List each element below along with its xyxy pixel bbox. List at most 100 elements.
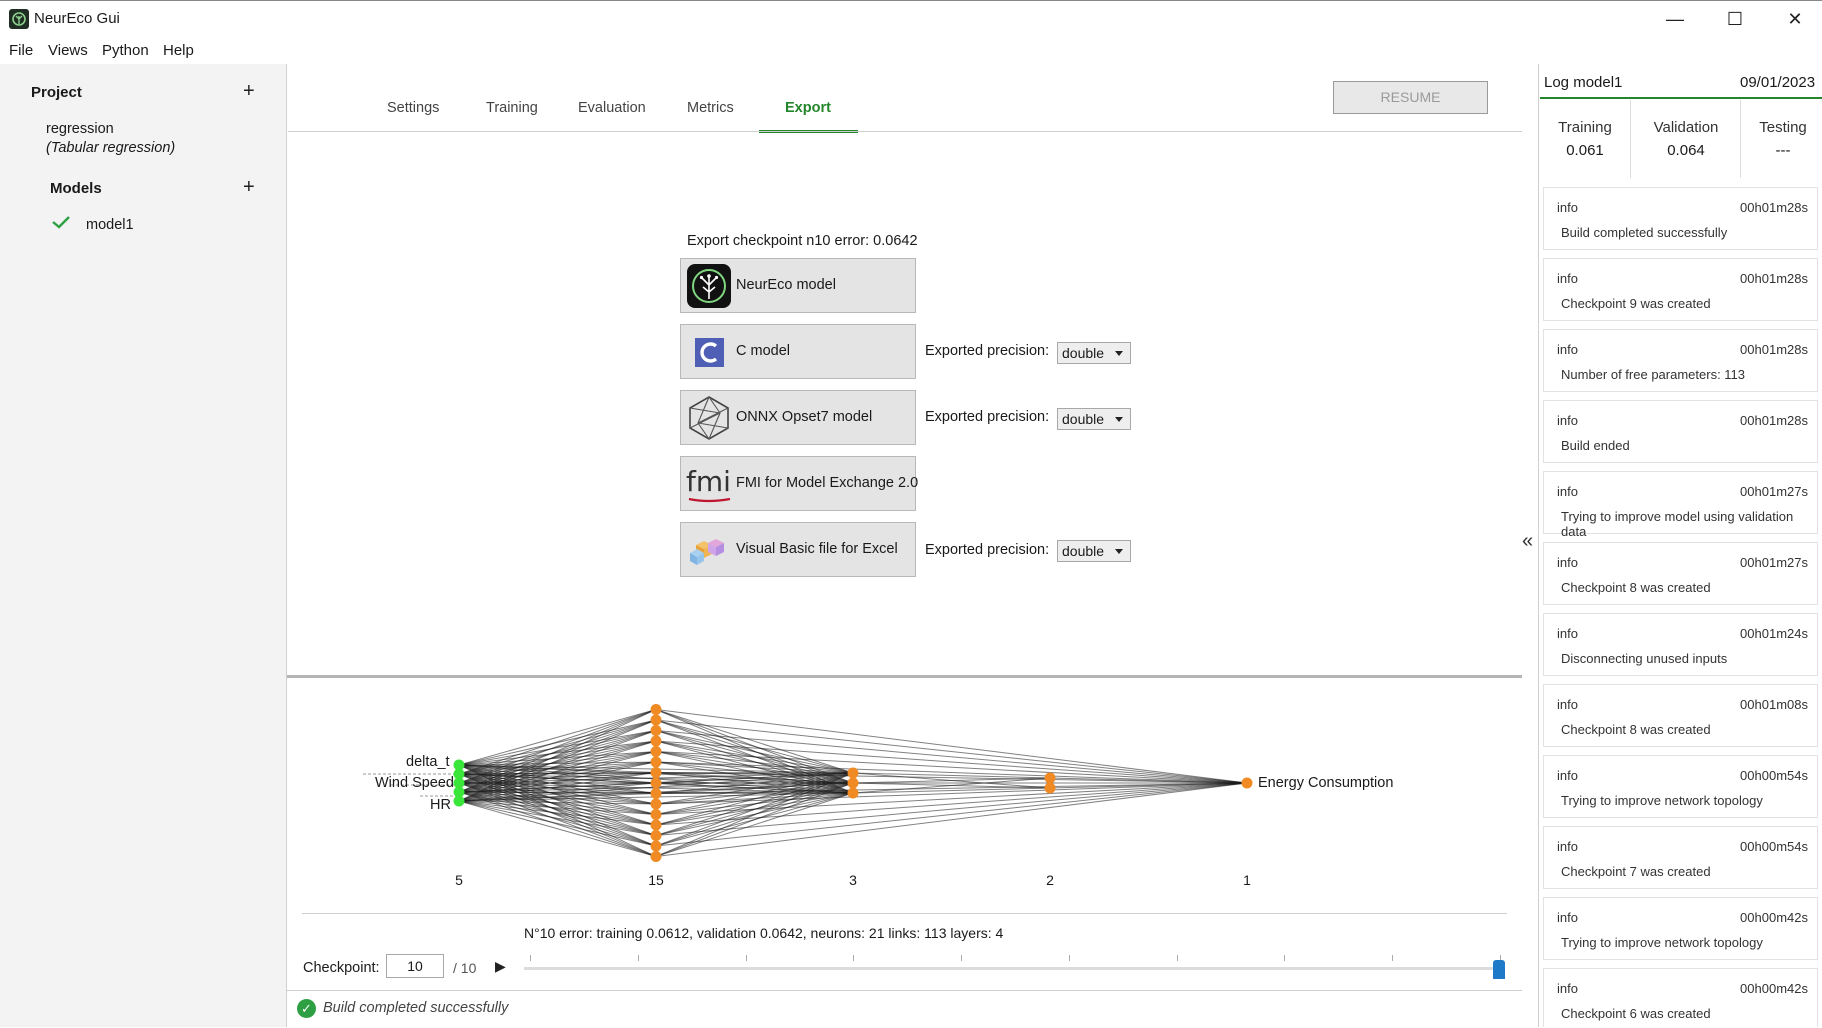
model-item-model1[interactable]: model1 [86, 217, 134, 233]
neuron [650, 809, 662, 820]
onnx-precision-select[interactable]: double [1057, 408, 1131, 430]
neuron [847, 787, 859, 799]
log-entry: info 00h01m08s Checkpoint 8 was created [1543, 684, 1818, 747]
c-language-icon [686, 329, 732, 375]
project-sidebar [0, 64, 287, 1027]
slider-tick [637, 955, 639, 961]
slider-tick [530, 955, 531, 961]
log-date: 09/01/2023 [1740, 74, 1816, 91]
slider-tick [1392, 955, 1394, 961]
slider-tick [745, 955, 747, 961]
vba-precision-value: double [1062, 543, 1105, 559]
checkmark-icon [52, 215, 70, 234]
log-entry: info 00h01m28s Checkpoint 9 was created [1543, 258, 1818, 321]
checkpoint-input[interactable]: 10 [386, 954, 444, 978]
export-fmi-label: FMI for Model Exchange 2.0 [736, 475, 919, 491]
checkpoint-label: Checkpoint: [303, 960, 380, 976]
neuron [650, 735, 662, 747]
menu-views[interactable]: Views [48, 42, 88, 59]
neuron [1241, 777, 1253, 789]
title-bar [0, 0, 1822, 38]
log-time: 00h01m24s [1740, 626, 1808, 641]
network-link [458, 709, 657, 775]
vba-precision-select[interactable]: double [1057, 540, 1131, 562]
chevron-down-icon [1115, 351, 1123, 356]
collapse-panel-icon[interactable]: « [1522, 530, 1533, 553]
menu-help[interactable]: Help [163, 42, 194, 59]
svg-text:fmi: fmi [686, 465, 731, 498]
export-neureco-button[interactable]: NeurEco model [680, 258, 916, 313]
checkpoint-total: / 10 [453, 960, 477, 976]
checkpoint-summary: N°10 error: training 0.0612, validation … [524, 925, 1004, 941]
tab-evaluation[interactable]: Evaluation [578, 100, 646, 116]
close-button[interactable]: ✕ [1765, 0, 1822, 38]
neuron [847, 767, 859, 779]
play-icon[interactable]: ▶ [495, 958, 506, 975]
export-onnx-button[interactable]: ONNX Opset7 model [680, 390, 916, 445]
log-message: Trying to improve network topology [1561, 935, 1763, 950]
neuron [650, 704, 662, 715]
neuron [650, 777, 662, 789]
c-precision-select[interactable]: double [1057, 342, 1131, 364]
log-level: info [1557, 200, 1578, 215]
add-project-icon[interactable]: + [243, 80, 255, 103]
panel-splitter[interactable] [287, 675, 1522, 678]
log-level: info [1557, 342, 1578, 357]
checkpoint-slider[interactable] [524, 967, 1500, 970]
log-level: info [1557, 910, 1578, 925]
network-link [655, 709, 1248, 784]
tab-settings[interactable]: Settings [387, 100, 439, 116]
neuron [650, 746, 662, 757]
metric-validation-label: Validation [1653, 119, 1719, 136]
log-time: 00h00m54s [1740, 839, 1808, 854]
layer-size-label: 2 [1046, 872, 1054, 888]
log-message: Disconnecting unused inputs [1561, 651, 1728, 666]
success-check-icon: ✓ [297, 999, 316, 1018]
network-link [655, 740, 1248, 784]
layer-size-label: 1 [1243, 872, 1251, 888]
checkpoint-slider-handle[interactable] [1493, 960, 1505, 979]
log-message: Checkpoint 8 was created [1561, 580, 1711, 595]
log-entry: info 00h01m28s Number of free parameters: … [1543, 329, 1818, 392]
resume-button[interactable]: RESUME [1333, 81, 1488, 114]
log-level: info [1557, 839, 1578, 854]
export-vba-button[interactable]: Visual Basic file for Excel [680, 522, 916, 577]
input-label-hr: HR [430, 797, 451, 813]
slider-tick [1176, 955, 1178, 961]
layer-size-label: 3 [849, 872, 857, 888]
log-title: Log model1 [1544, 74, 1623, 91]
project-name[interactable]: regression [46, 121, 114, 137]
add-model-icon[interactable]: + [243, 176, 255, 199]
metric-training: Training 0.061 [1540, 100, 1630, 178]
neuron [650, 756, 662, 768]
log-entry: info 00h00m42s Trying to improve network t… [1543, 897, 1818, 960]
network-link [655, 782, 1248, 857]
log-list[interactable]: info 00h01m28s Build completed successfull… [1543, 187, 1820, 1027]
export-neureco-label: NeurEco model [736, 277, 836, 293]
export-fmi-button[interactable]: fmi FMI for Model Exchange 2.0 [680, 456, 919, 511]
metric-training-label: Training [1558, 119, 1612, 136]
layer-size-label: 15 [648, 872, 664, 888]
menu-python[interactable]: Python [102, 42, 149, 59]
maximize-button[interactable]: ☐ [1705, 0, 1765, 38]
models-heading: Models [50, 180, 102, 197]
project-type: (Tabular regression) [46, 140, 176, 156]
log-message: Checkpoint 9 was created [1561, 296, 1711, 311]
log-time: 00h01m28s [1740, 271, 1808, 286]
log-level: info [1557, 697, 1578, 712]
slider-tick [1068, 955, 1070, 961]
vba-precision-label: Exported precision: [925, 542, 1050, 558]
export-c-button[interactable]: C model [680, 324, 916, 379]
tab-training[interactable]: Training [486, 100, 538, 116]
neuron [650, 840, 662, 852]
menu-file[interactable]: File [9, 42, 33, 59]
log-entry: info 00h01m27s Trying to improve model usi… [1543, 471, 1818, 539]
log-level: info [1557, 626, 1578, 641]
slider-tick [1284, 955, 1286, 961]
log-time: 00h01m27s [1740, 484, 1808, 499]
tab-metrics[interactable]: Metrics [687, 100, 734, 116]
project-heading: Project [31, 84, 82, 101]
tab-export[interactable]: Export [785, 100, 831, 116]
c-precision-label: Exported precision: [925, 343, 1050, 359]
minimize-button[interactable]: — [1645, 0, 1705, 38]
